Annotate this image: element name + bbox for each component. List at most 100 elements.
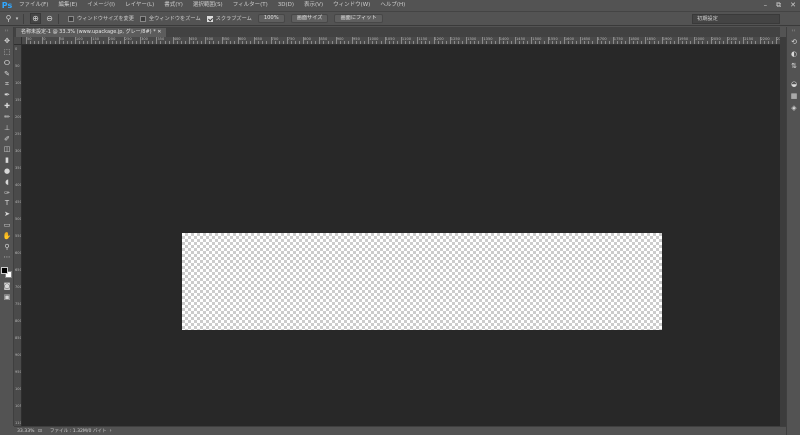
- layers-icon[interactable]: ◈: [787, 102, 800, 114]
- rectangle-icon[interactable]: ▭: [0, 220, 14, 231]
- eraser-icon[interactable]: ◫: [0, 144, 14, 155]
- vertical-ruler[interactable]: 0 50 100 150 200 250 300 350 400 450 500 550 600 650 7…: [14, 37, 22, 426]
- ruler-minor-tick: [478, 41, 480, 44]
- status-menu-arrow-icon[interactable]: ›: [107, 428, 112, 434]
- ruler-minor-tick: [111, 41, 113, 44]
- ruler-minor-tick: [633, 41, 635, 44]
- document-tab[interactable]: 名称未設定-1 @ 33.3% (www.upackage.jp, グレー/8#…: [16, 28, 167, 37]
- ruler-minor-tick: [148, 41, 150, 44]
- minimize-icon[interactable]: –: [764, 0, 768, 11]
- color-icon[interactable]: ◐: [787, 48, 800, 60]
- close-icon[interactable]: ✕: [790, 0, 796, 11]
- menu-item[interactable]: ヘルプ(H): [375, 0, 410, 11]
- ruler-origin[interactable]: [14, 37, 22, 45]
- hand-icon[interactable]: ✋: [0, 230, 14, 241]
- ruler-minor-tick: [364, 41, 366, 44]
- foreground-color-swatch[interactable]: [1, 266, 8, 274]
- checkbox-box[interactable]: [139, 15, 146, 22]
- scrubby-zoom-checkbox[interactable]: スクラブズーム: [206, 15, 252, 22]
- ruler-minor-tick: [600, 41, 602, 44]
- gradient-icon[interactable]: ▮: [0, 155, 14, 166]
- type-icon[interactable]: T: [0, 198, 14, 209]
- menu-item[interactable]: 書式(Y): [159, 0, 188, 11]
- clone-stamp-icon[interactable]: ⊥: [0, 122, 14, 133]
- ruler-minor-tick: [572, 41, 574, 44]
- healing-brush-icon[interactable]: ✚: [0, 101, 14, 112]
- ruler-minor-tick: [506, 41, 508, 44]
- ruler-minor-tick: [83, 41, 85, 44]
- crop-icon[interactable]: ⌗: [0, 79, 14, 90]
- ruler-minor-tick: [360, 41, 362, 44]
- menu-item[interactable]: 3D(D): [273, 0, 299, 11]
- canvas-area[interactable]: [22, 45, 780, 426]
- actual-pixels-button[interactable]: 100%: [257, 14, 285, 23]
- fill-screen-button[interactable]: 画面にフィット: [334, 14, 383, 23]
- panel-grip[interactable]: ››: [0, 27, 13, 36]
- ruler-minor-tick: [641, 41, 643, 44]
- zoom-all-windows-checkbox[interactable]: 全ウィンドウをズーム: [139, 15, 201, 22]
- ruler-tick: [123, 37, 125, 44]
- window-controls: – ⧉ ✕: [764, 0, 796, 11]
- brush-icon[interactable]: ✏: [0, 112, 14, 123]
- ruler-minor-tick: [486, 41, 488, 44]
- ruler-minor-tick: [519, 41, 521, 44]
- ruler-minor-tick: [38, 41, 40, 44]
- ruler-tick: [319, 37, 321, 44]
- fit-screen-button[interactable]: 画面サイズ: [290, 14, 329, 23]
- layers-3d-icon[interactable]: ◒: [787, 78, 800, 90]
- restore-icon[interactable]: ⧉: [776, 0, 781, 11]
- screen-mode-icon[interactable]: ▣: [0, 292, 14, 303]
- eyedropper-icon[interactable]: ✒: [0, 90, 14, 101]
- channels-icon[interactable]: ▦: [787, 90, 800, 102]
- horizontal-ruler[interactable]: 50 0 50 100 150 200 250 300 350 400 450 500 550 600 65…: [22, 37, 780, 45]
- workspace-select[interactable]: 初期設定: [692, 14, 780, 24]
- blur-icon[interactable]: ●: [0, 166, 14, 177]
- marquee-icon[interactable]: ⬚: [0, 47, 14, 58]
- menu-item[interactable]: イメージ(I): [82, 0, 120, 11]
- dock-grip[interactable]: ‹‹: [787, 27, 800, 36]
- document-canvas-transparent[interactable]: [182, 233, 662, 330]
- quick-select-icon[interactable]: ✎: [0, 68, 14, 79]
- ruler-minor-tick: [616, 41, 618, 44]
- ruler-minor-tick: [184, 41, 186, 44]
- ruler-minor-tick: [429, 41, 431, 44]
- dodge-icon[interactable]: ◖: [0, 176, 14, 187]
- menu-item[interactable]: 選択範囲(S): [188, 0, 228, 11]
- menu-item[interactable]: 編集(E): [53, 0, 82, 11]
- resize-windows-checkbox[interactable]: ウィンドウサイズを変更: [68, 15, 134, 22]
- ruler-minor-tick: [669, 41, 671, 44]
- ruler-minor-tick: [755, 41, 757, 44]
- ruler-label: 250: [15, 132, 22, 136]
- history-icon[interactable]: ⟲: [787, 36, 800, 48]
- move-icon[interactable]: ✥: [0, 36, 14, 47]
- menu-item[interactable]: レイヤー(L): [120, 0, 159, 11]
- menu-item[interactable]: ファイル(F): [14, 0, 53, 11]
- menu-item[interactable]: フィルター(T): [228, 0, 273, 11]
- ruler-minor-tick: [343, 41, 345, 44]
- quick-mask-icon[interactable]: ◙: [0, 281, 14, 292]
- zoom-tool-icon[interactable]: ⚲: [0, 241, 14, 252]
- ruler-minor-tick: [714, 41, 716, 44]
- ruler-minor-tick: [266, 41, 268, 44]
- lasso-icon[interactable]: ⵔ: [0, 58, 14, 69]
- zoom-out-icon[interactable]: ⊖: [44, 13, 55, 24]
- ruler-minor-tick: [751, 41, 753, 44]
- zoom-level[interactable]: 33.33%: [14, 429, 38, 434]
- menu-item[interactable]: 表示(V): [299, 0, 328, 11]
- ruler-minor-tick: [604, 41, 606, 44]
- tool-preset-arrow-icon[interactable]: ▾: [14, 13, 20, 24]
- adjustments-icon[interactable]: ⇅: [787, 60, 800, 72]
- ruler-minor-tick: [625, 41, 627, 44]
- ruler-minor-tick: [323, 41, 325, 44]
- more-tools-icon[interactable]: ⋯: [0, 252, 14, 263]
- checkbox-box-checked[interactable]: [206, 15, 213, 22]
- path-select-icon[interactable]: ➤: [0, 209, 14, 220]
- history-brush-icon[interactable]: ✐: [0, 133, 14, 144]
- pen-icon[interactable]: ✑: [0, 187, 14, 198]
- ruler-minor-tick: [551, 41, 553, 44]
- checkbox-box[interactable]: [68, 15, 74, 22]
- menu-item[interactable]: ウィンドウ(W): [328, 0, 375, 11]
- color-swatches: [0, 263, 14, 281]
- zoom-in-icon[interactable]: ⊕: [30, 13, 41, 24]
- zoom-icon[interactable]: ⚲: [3, 13, 14, 24]
